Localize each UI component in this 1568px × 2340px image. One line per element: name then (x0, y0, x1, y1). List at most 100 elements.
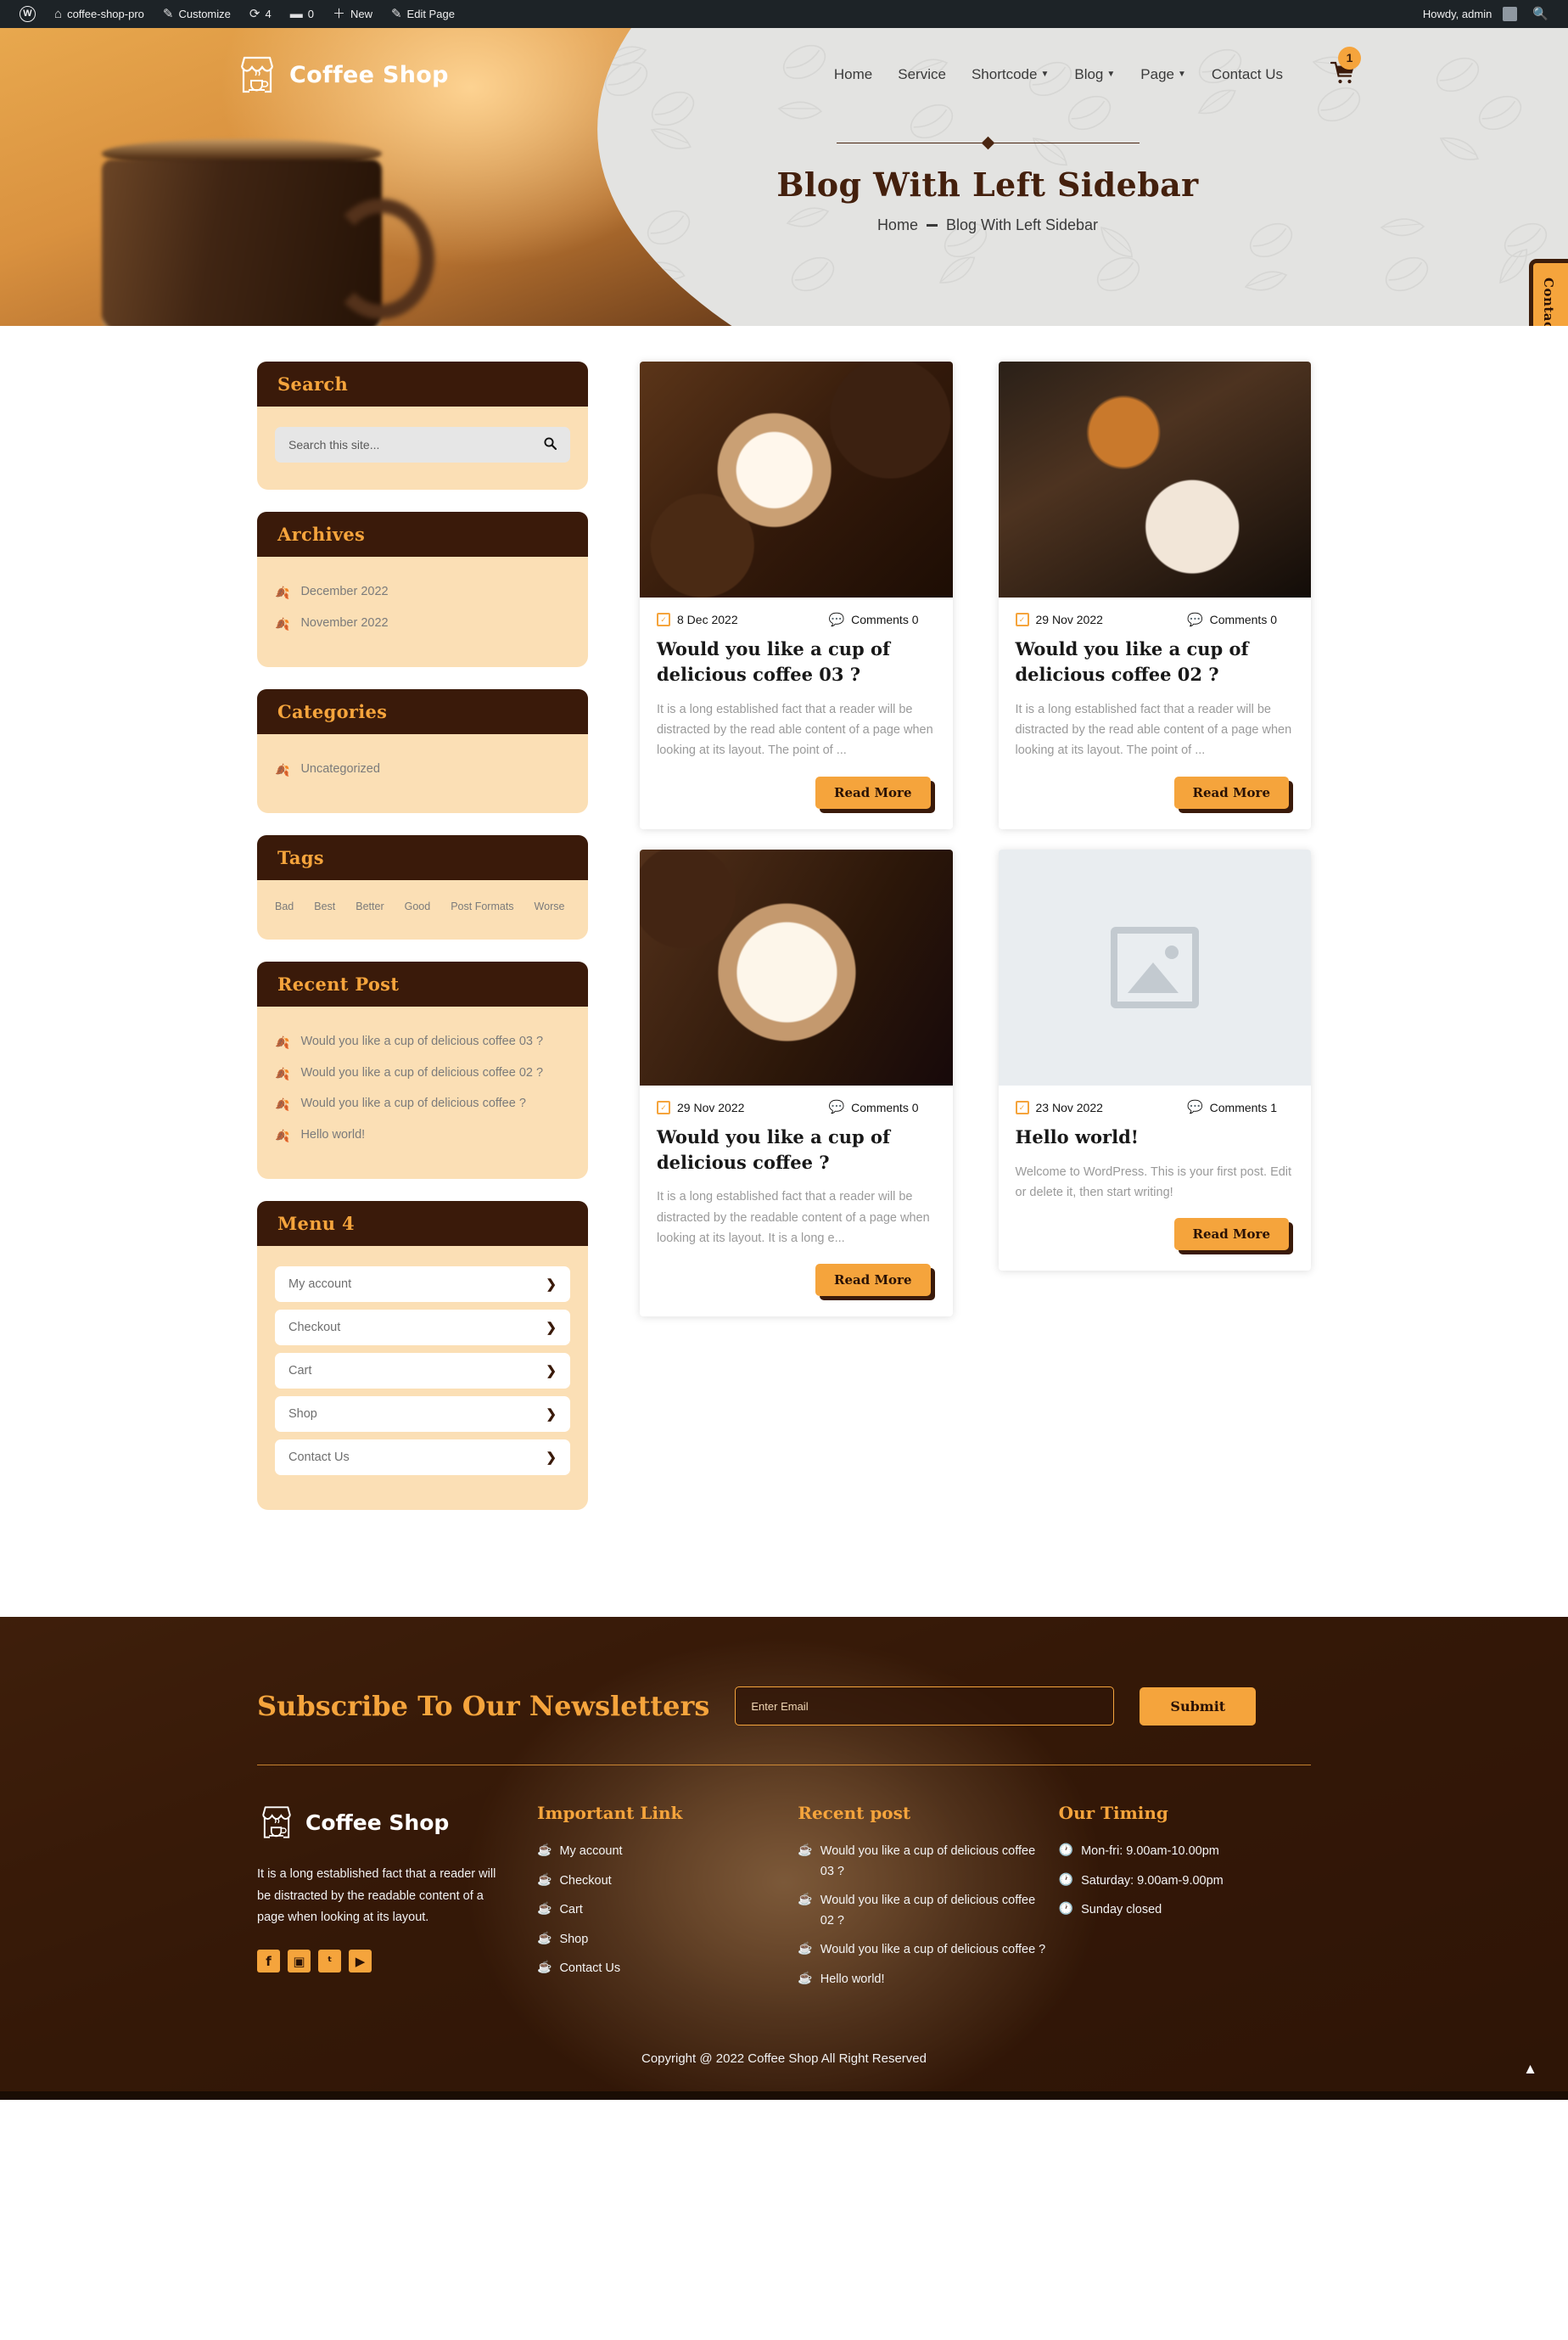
twitter-icon[interactable]: ᵗ (318, 1950, 341, 1973)
post-title[interactable]: Would you like a cup of delicious coffee… (1016, 637, 1295, 687)
list-item[interactable]: 🍂 Would you like a cup of delicious coff… (275, 1089, 570, 1120)
leaf-icon: 🍂 (275, 1097, 290, 1112)
post-date: 29 Nov 2022 (657, 1100, 745, 1114)
site-name-menu[interactable]: ⌂ coffee-shop-pro (47, 0, 152, 28)
comments-menu[interactable]: ▬ 0 (283, 0, 322, 28)
list-item[interactable]: 🍂 Would you like a cup of delicious coff… (275, 1027, 570, 1058)
list-item[interactable]: ☕ Would you like a cup of delicious coff… (798, 1842, 1050, 1882)
chevron-right-icon: ❯ (546, 1277, 557, 1293)
tag-item[interactable]: Post Formats (451, 901, 513, 912)
revisions-menu[interactable]: ⟳ 4 (242, 0, 279, 28)
coffee-cup-icon: ☕ (798, 1941, 813, 1956)
search-submit-button[interactable] (544, 436, 557, 453)
nav-item-home[interactable]: Home (834, 66, 872, 83)
widget-menu-4-header: Menu 4 (257, 1201, 588, 1247)
post-comments-label: Comments 0 (1209, 613, 1277, 626)
read-more-button[interactable]: Read More (1173, 1218, 1289, 1251)
list-item[interactable]: 🍂 December 2022 (275, 577, 570, 609)
youtube-icon[interactable]: ▶ (349, 1950, 372, 1973)
list-item[interactable]: ☕ Hello world! (798, 1970, 1050, 1989)
menu-item-cart[interactable]: Cart ❯ (275, 1353, 570, 1389)
instagram-icon[interactable]: ▣ (288, 1950, 311, 1973)
list-item[interactable]: 🍂 November 2022 (275, 609, 570, 640)
post-date: 23 Nov 2022 (1015, 1100, 1103, 1114)
site-name-label: coffee-shop-pro (67, 8, 144, 20)
list-item[interactable]: ☕ My account (537, 1842, 789, 1861)
menu-item-contact-us[interactable]: Contact Us ❯ (275, 1439, 570, 1476)
post-comments-label: Comments 0 (851, 613, 919, 626)
newsletter-email-input[interactable] (735, 1686, 1115, 1726)
post-date-label: 29 Nov 2022 (677, 1100, 745, 1114)
tag-item[interactable]: Better (356, 901, 384, 912)
footer-logo[interactable]: Coffee Shop (257, 1803, 529, 1842)
breadcrumb-home-link[interactable]: Home (877, 216, 918, 234)
newsletter-submit-button[interactable]: Submit (1140, 1686, 1257, 1726)
list-item[interactable]: ☕ Would you like a cup of delicious coff… (798, 1891, 1050, 1931)
comment-bubble-icon: 💬 (828, 612, 845, 627)
recent-post-label: Hello world! (820, 1972, 885, 1986)
post-comments: 💬 Comments 1 (1187, 1101, 1277, 1114)
tag-item[interactable]: Good (405, 901, 431, 912)
post-title[interactable]: Would you like a cup of delicious coffee… (657, 637, 936, 687)
post-thumbnail[interactable] (998, 362, 1311, 598)
recent-post-label: Would you like a cup of delicious coffee… (300, 1097, 526, 1111)
post-thumbnail[interactable] (640, 849, 953, 1086)
cart-button[interactable]: 1 (1330, 46, 1361, 89)
timing-label: Sunday closed (1081, 1903, 1162, 1917)
tag-item[interactable]: Bad (275, 901, 294, 912)
post-comments: 💬 Comments 0 (828, 1101, 918, 1114)
post-title[interactable]: Hello world! (1016, 1125, 1295, 1150)
nav-item-contact-us[interactable]: Contact Us (1212, 66, 1283, 83)
admin-search-button[interactable]: 🔍 (1525, 0, 1556, 28)
breadcrumb-current: Blog With Left Sidebar (945, 216, 1099, 233)
chevron-down-icon: ▼ (1040, 70, 1050, 79)
new-content-menu[interactable]: ＋ New (325, 0, 380, 28)
breadcrumb-separator-icon (926, 224, 938, 227)
list-item[interactable]: ☕ Cart (537, 1900, 789, 1920)
menu-item-checkout[interactable]: Checkout ❯ (275, 1310, 570, 1346)
menu-item-my-account[interactable]: My account ❯ (275, 1266, 570, 1303)
footer-content: Subscribe To Our Newsletters Submit (0, 1668, 1568, 2091)
nav-item-page[interactable]: Page ▼ (1140, 66, 1186, 83)
post-card: 29 Nov 2022 💬 Comments 0 Would you like … (640, 849, 953, 1317)
tag-item[interactable]: Worse (535, 901, 565, 912)
site-logo[interactable]: Coffee Shop (235, 53, 449, 97)
list-item[interactable]: ☕ Shop (537, 1930, 789, 1950)
nav-item-service[interactable]: Service (898, 66, 946, 83)
nav-item-blog[interactable]: Blog ▼ (1074, 66, 1115, 83)
nav-label: Home (833, 66, 873, 82)
search-form (275, 427, 570, 463)
contact-us-side-tab[interactable]: Contact Us (1529, 259, 1568, 326)
customize-menu[interactable]: ✎ Customize (155, 0, 238, 28)
post-thumbnail[interactable] (998, 849, 1311, 1086)
read-more-button[interactable]: Read More (815, 1264, 931, 1297)
nav-item-shortcode[interactable]: Shortcode ▼ (972, 66, 1049, 83)
menu-item-shop[interactable]: Shop ❯ (275, 1396, 570, 1433)
scroll-to-top-button[interactable]: ▲ (1523, 2061, 1537, 2078)
read-more-button[interactable]: Read More (815, 776, 931, 809)
site-header: Coffee Shop Home Service Shortcode ▼ Blo… (0, 28, 1568, 121)
wp-logo-menu[interactable] (12, 0, 43, 28)
list-item[interactable]: ☕ Contact Us (537, 1959, 789, 1978)
avatar (1503, 7, 1518, 21)
facebook-icon[interactable]: f (257, 1950, 280, 1973)
edit-page-menu[interactable]: ✎ Edit Page (384, 0, 462, 28)
my-account-menu[interactable]: Howdy, admin (1415, 0, 1525, 28)
post-title[interactable]: Would you like a cup of delicious coffee… (657, 1125, 936, 1176)
coffee-cup-icon: ☕ (537, 1901, 552, 1916)
search-input[interactable] (288, 438, 544, 452)
tag-item[interactable]: Best (314, 901, 335, 912)
nav-label: Page (1140, 66, 1174, 82)
timing-label: Mon-fri: 9.00am-10.00pm (1081, 1844, 1219, 1859)
post-thumbnail[interactable] (640, 362, 953, 598)
refresh-icon: ⟳ (249, 7, 260, 21)
admin-bar-right-group: Howdy, admin 🔍 (1415, 0, 1556, 28)
list-item: 🕐 Sunday closed (1059, 1900, 1311, 1920)
widget-categories: Categories 🍂 Uncategorized (257, 688, 588, 813)
list-item[interactable]: 🍂 Would you like a cup of delicious coff… (275, 1058, 570, 1090)
list-item[interactable]: ☕ Would you like a cup of delicious coff… (798, 1940, 1050, 1960)
read-more-button[interactable]: Read More (1173, 776, 1289, 809)
list-item[interactable]: ☕ Checkout (537, 1871, 789, 1891)
list-item[interactable]: 🍂 Hello world! (275, 1120, 570, 1152)
list-item[interactable]: 🍂 Uncategorized (275, 755, 570, 786)
